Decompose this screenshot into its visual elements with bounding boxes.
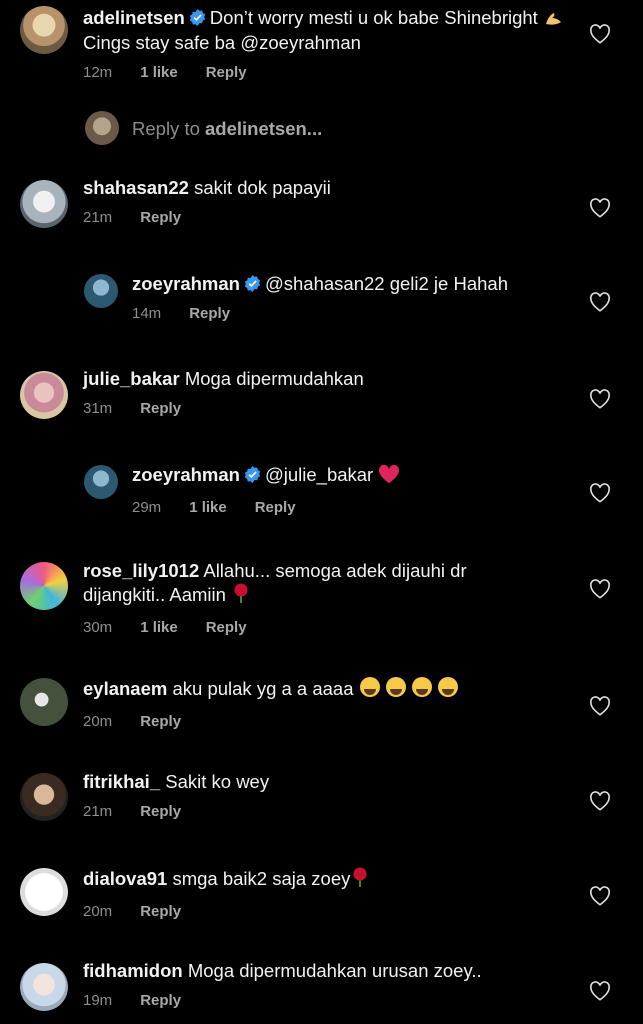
heart-icon[interactable] [589,24,611,44]
reply-button[interactable]: Reply [140,400,181,417]
comment-time: 21m [83,803,113,820]
avatar[interactable] [20,868,68,916]
comment-meta: 14m Reply [132,305,573,322]
reply-button[interactable]: Reply [140,209,181,226]
comment-time: 20m [83,903,113,920]
comment-username[interactable]: dialova91 [83,868,167,889]
likes-count[interactable]: 1 like [189,499,227,516]
comment-text: shahasan22 sakit dok papayii [83,177,331,198]
rose-icon [350,866,370,893]
comment-meta: 21m Reply [83,209,573,226]
verified-badge-icon [244,275,261,292]
reply-button[interactable]: Reply [189,305,230,322]
reply-button[interactable]: Reply [140,713,181,730]
reply-button[interactable]: Reply [206,64,247,81]
rose-icon [231,582,251,609]
comment-username[interactable]: fitrikhai_ [83,771,160,792]
verified-badge-icon [244,466,261,483]
heart-icon[interactable] [589,292,611,312]
comment-text: zoeyrahman @julie_bakar [132,464,573,489]
comment-username[interactable]: julie_bakar [83,368,180,389]
comment-text: rose_lily1012 Allahu... semoga adek dija… [83,560,573,609]
avatar[interactable] [20,773,68,821]
comment-meta: 20m Reply [83,903,573,920]
avatar[interactable] [20,678,68,726]
reply-button[interactable]: Reply [140,992,181,1009]
comment-text: eylanaem aku pulak yg a a aaaa [83,676,573,703]
comment-meta: 20m Reply [83,713,573,730]
comment-meta: 31m Reply [83,400,573,417]
comment-time: 14m [132,305,162,322]
heart-icon[interactable] [589,791,611,811]
reply-button[interactable]: Reply [206,619,247,636]
avatar[interactable] [84,274,118,308]
comment-time: 20m [83,713,113,730]
avatar[interactable] [20,963,68,1011]
heart-icon[interactable] [589,198,611,218]
avatar[interactable] [84,465,118,499]
comment-username[interactable]: rose_lily1012 [83,560,199,581]
reply-button[interactable]: Reply [140,903,181,920]
reply-input[interactable]: Reply to adelinetsen... [0,108,643,148]
comment-time: 29m [132,499,162,516]
avatar[interactable] [20,562,68,610]
comment-username[interactable]: zoeyrahman [132,273,240,294]
comment-username[interactable]: shahasan22 [83,177,189,198]
comment-meta: 19m Reply [83,992,573,1009]
comment-text: dialova91 smga baik2 saja zoey [83,866,573,893]
comment-text: zoeyrahman @shahasan22 geli2 je Hahah [132,273,508,294]
likes-count[interactable]: 1 like [140,619,178,636]
avatar[interactable] [20,6,68,54]
comment-meta: 12m 1 like Reply [83,64,573,81]
reply-placeholder: Reply to adelinetsen... [132,118,323,139]
comment-meta: 21m Reply [83,803,573,820]
heart-icon[interactable] [589,981,611,1001]
comments-feed: adelinetsen Don’t worry mesti u ok babe S… [0,0,643,1024]
avatar [85,111,119,145]
heart-icon[interactable] [589,696,611,716]
reply-button[interactable]: Reply [140,803,181,820]
comment-time: 19m [83,992,113,1009]
comment-username[interactable]: adelinetsen [83,7,185,28]
likes-count[interactable]: 1 like [140,64,178,81]
comment-time: 12m [83,64,113,81]
comment-username[interactable]: zoeyrahman [132,464,240,485]
heart-icon[interactable] [589,389,611,409]
comment-time: 30m [83,619,113,636]
comment-meta: 30m 1 like Reply [83,619,573,636]
red-heart-icon [378,464,400,489]
comment-text: julie_bakar Moga dipermudahkan [83,368,364,389]
comment-time: 21m [83,209,113,226]
flexed-biceps-icon [543,7,565,32]
reply-button[interactable]: Reply [255,499,296,516]
comment-meta: 29m 1 like Reply [132,499,573,516]
comment-time: 31m [83,400,113,417]
heart-icon[interactable] [589,886,611,906]
verified-badge-icon [189,9,205,26]
tears-of-joy-icon [359,676,463,703]
comment-text: adelinetsen Don’t worry mesti u ok babe S… [83,7,573,54]
comment-username[interactable]: eylanaem [83,678,167,699]
avatar[interactable] [20,371,68,419]
comment-text: fidhamidon Moga dipermudahkan urusan zoe… [83,960,482,981]
heart-icon[interactable] [589,483,611,503]
avatar[interactable] [20,180,68,228]
comment-text: fitrikhai_ Sakit ko wey [83,771,270,792]
heart-icon[interactable] [589,579,611,599]
comment-username[interactable]: fidhamidon [83,960,183,981]
